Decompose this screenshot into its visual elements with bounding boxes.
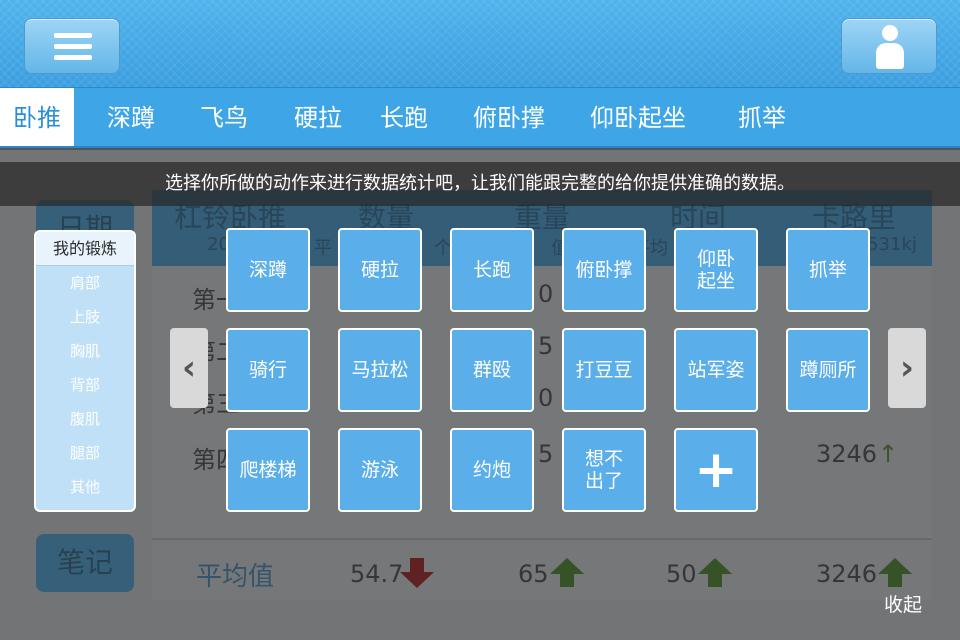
exercise-tile[interactable]: 仰卧 起坐 [674,228,758,312]
tab-snatch[interactable]: 抓举 [738,88,786,148]
category-item-back[interactable]: 背部 [36,368,134,402]
hamburger-menu-icon [54,33,92,61]
tab-squat[interactable]: 深蹲 [107,88,155,148]
prev-page-button[interactable]: ‹ [170,328,208,408]
menu-button[interactable] [24,18,120,74]
exercise-tile[interactable]: 长跑 [450,228,534,312]
exercise-tile[interactable]: 深蹲 [226,228,310,312]
category-item-abs[interactable]: 腹肌 [36,402,134,436]
exercise-tile[interactable]: 约炮 [450,428,534,512]
category-header[interactable]: 我的锻炼 [36,232,134,266]
category-item-chest[interactable]: 胸肌 [36,334,134,368]
category-item-upper-limbs[interactable]: 上肢 [36,300,134,334]
tab-bench-press[interactable]: 卧推 [0,88,74,146]
plus-icon: + [694,440,738,500]
exercise-tile[interactable]: 游泳 [338,428,422,512]
add-exercise-button[interactable]: + [674,428,758,512]
user-profile-icon [875,25,905,71]
chevron-left-icon: ‹ [181,348,196,388]
chevron-right-icon: › [899,348,914,388]
top-bar [0,0,960,88]
exercise-tile[interactable]: 硬拉 [338,228,422,312]
exercise-tile[interactable]: 站军姿 [674,328,758,412]
exercise-tabs: 卧推 深蹲 飞鸟 硬拉 长跑 俯卧撑 仰卧起坐 抓举 [0,88,960,148]
tab-fly[interactable]: 飞鸟 [200,88,248,148]
tab-deadlift[interactable]: 硬拉 [294,88,342,148]
exercise-tile[interactable]: 打豆豆 [562,328,646,412]
category-panel: 我的锻炼 肩部 上肢 胸肌 背部 腹肌 腿部 其他 [34,230,136,512]
exercise-tile[interactable]: 群殴 [450,328,534,412]
user-profile-button[interactable] [841,18,937,74]
collapse-button[interactable]: 收起 [884,590,922,617]
hint-banner: 选择你所做的动作来进行数据统计吧，让我们能跟完整的给你提供准确的数据。 [0,162,960,206]
category-item-other[interactable]: 其他 [36,470,134,504]
tab-pushup[interactable]: 俯卧撑 [473,88,545,148]
exercise-tile[interactable]: 马拉松 [338,328,422,412]
exercise-tile[interactable]: 爬楼梯 [226,428,310,512]
exercise-tile[interactable]: 想不 出了 [562,428,646,512]
category-item-shoulders[interactable]: 肩部 [36,266,134,300]
tab-long-run[interactable]: 长跑 [380,88,428,148]
next-page-button[interactable]: › [888,328,926,408]
category-item-legs[interactable]: 腿部 [36,436,134,470]
tab-situp[interactable]: 仰卧起坐 [590,88,686,148]
exercise-tile[interactable]: 蹲厕所 [786,328,870,412]
exercise-tile[interactable]: 抓举 [786,228,870,312]
exercise-tile[interactable]: 骑行 [226,328,310,412]
exercise-tile[interactable]: 俯卧撑 [562,228,646,312]
